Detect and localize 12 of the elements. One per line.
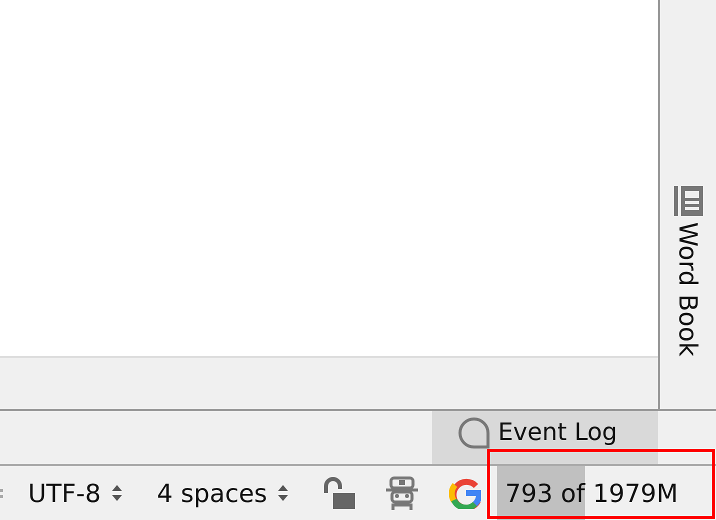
updown-icon	[277, 483, 290, 503]
event-log-tab[interactable]: Event Log	[432, 411, 658, 464]
status-dropdown[interactable]: 4 spaces	[156, 478, 290, 508]
status-dropdown[interactable]: UTF-8	[28, 478, 123, 508]
google-icon	[449, 477, 482, 509]
updown-icon	[110, 483, 123, 503]
grip-icon	[0, 488, 4, 498]
speech-bubble-icon	[458, 416, 490, 449]
memory-indicator[interactable]: 793 of 1979M	[497, 466, 716, 520]
book-icon	[674, 186, 702, 216]
side-tab[interactable]: Word Book	[674, 186, 702, 356]
inspector-icon	[385, 476, 420, 510]
